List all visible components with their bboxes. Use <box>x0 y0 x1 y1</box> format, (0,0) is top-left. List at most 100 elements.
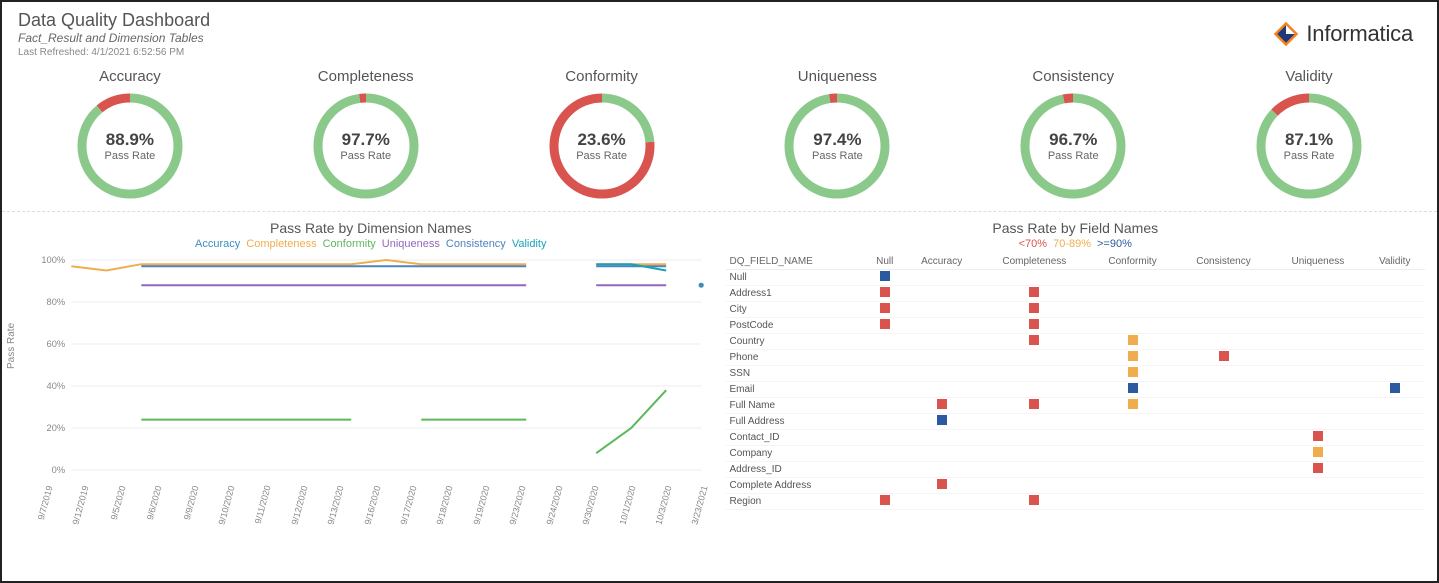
legend-item[interactable]: Uniqueness <box>382 238 440 250</box>
gauge-uniqueness[interactable]: Uniqueness97.4%Pass Rate <box>724 68 950 201</box>
matrix-row[interactable]: Email <box>726 382 1426 398</box>
matrix-table[interactable]: DQ_FIELD_NAMENullAccuracyCompletenessCon… <box>726 254 1426 510</box>
legend-item[interactable]: Conformity <box>323 238 376 250</box>
matrix-row[interactable]: City <box>726 302 1426 318</box>
gauge-validity[interactable]: Validity87.1%Pass Rate <box>1196 68 1422 201</box>
matrix-cell <box>904 366 979 382</box>
x-tick: 9/24/2020 <box>541 485 564 538</box>
matrix-row[interactable]: Full Name <box>726 398 1426 414</box>
matrix-field-name: Contact_ID <box>726 430 866 446</box>
matrix-field-name: Email <box>726 382 866 398</box>
gauge-row: Accuracy88.9%Pass RateCompleteness97.7%P… <box>2 62 1437 212</box>
legend-item[interactable]: >=90% <box>1097 238 1132 250</box>
matrix-col[interactable]: Null <box>865 254 904 270</box>
donut-pct: 88.9% <box>75 130 185 150</box>
matrix-cell <box>904 398 979 414</box>
legend-item[interactable]: 70-89% <box>1053 238 1091 250</box>
matrix-cell <box>1364 414 1425 430</box>
svg-text:80%: 80% <box>47 297 66 307</box>
matrix-col[interactable]: Conformity <box>1089 254 1175 270</box>
matrix-cell <box>979 350 1089 366</box>
matrix-col[interactable]: Uniqueness <box>1271 254 1364 270</box>
matrix-row[interactable]: Full Address <box>726 414 1426 430</box>
matrix-row[interactable]: Company <box>726 446 1426 462</box>
matrix-row[interactable]: Complete Address <box>726 478 1426 494</box>
matrix-cell <box>1176 414 1272 430</box>
matrix-field-name: Null <box>726 270 866 286</box>
matrix-row[interactable]: SSN <box>726 366 1426 382</box>
matrix-cell <box>1364 286 1425 302</box>
matrix-marker-orange <box>1128 399 1138 409</box>
matrix-cell <box>904 334 979 350</box>
brand-logo: Informatica <box>1272 20 1413 48</box>
gauge-completeness[interactable]: Completeness97.7%Pass Rate <box>253 68 479 201</box>
matrix-field-name: Address_ID <box>726 462 866 478</box>
donut: 88.9%Pass Rate <box>75 91 185 201</box>
legend-item[interactable]: Completeness <box>246 238 316 250</box>
matrix-row[interactable]: Address_ID <box>726 462 1426 478</box>
matrix-chart-title: Pass Rate by Field Names <box>726 220 1426 236</box>
x-tick: 9/19/2020 <box>468 485 491 538</box>
matrix-col[interactable]: Completeness <box>979 254 1089 270</box>
matrix-marker-red <box>880 303 890 313</box>
gauge-consistency[interactable]: Consistency96.7%Pass Rate <box>960 68 1186 201</box>
matrix-cell <box>1271 462 1364 478</box>
gauge-accuracy[interactable]: Accuracy88.9%Pass Rate <box>17 68 243 201</box>
matrix-cell <box>865 398 904 414</box>
matrix-row[interactable]: PostCode <box>726 318 1426 334</box>
x-tick: 9/10/2020 <box>213 485 236 538</box>
matrix-col[interactable]: Validity <box>1364 254 1425 270</box>
matrix-cell <box>1089 430 1175 446</box>
legend-item[interactable]: Validity <box>512 238 547 250</box>
matrix-cell <box>904 494 979 510</box>
matrix-row[interactable]: Contact_ID <box>726 430 1426 446</box>
matrix-col[interactable]: Accuracy <box>904 254 979 270</box>
matrix-cell <box>1089 318 1175 334</box>
matrix-row[interactable]: Null <box>726 270 1426 286</box>
matrix-cell <box>904 430 979 446</box>
matrix-cell <box>1176 446 1272 462</box>
svg-text:0%: 0% <box>52 465 65 475</box>
matrix-cell <box>1176 286 1272 302</box>
matrix-cell <box>904 382 979 398</box>
matrix-marker-red <box>880 495 890 505</box>
matrix-cell <box>1089 414 1175 430</box>
matrix-cell <box>904 302 979 318</box>
donut-pct: 23.6% <box>547 130 657 150</box>
matrix-col-field: DQ_FIELD_NAME <box>726 254 866 270</box>
matrix-cell <box>865 318 904 334</box>
matrix-col[interactable]: Consistency <box>1176 254 1272 270</box>
matrix-marker-red <box>1029 399 1039 409</box>
legend-item[interactable]: <70% <box>1019 238 1047 250</box>
line-chart-x-ticks: 9/7/20199/12/20199/5/20209/6/20209/9/202… <box>30 485 712 537</box>
donut: 23.6%Pass Rate <box>547 91 657 201</box>
svg-text:40%: 40% <box>47 381 66 391</box>
matrix-marker-orange <box>1128 367 1138 377</box>
gauge-conformity[interactable]: Conformity23.6%Pass Rate <box>488 68 714 201</box>
legend-item[interactable]: Accuracy <box>195 238 240 250</box>
donut-pct: 96.7% <box>1018 130 1128 150</box>
x-tick: 9/9/2020 <box>177 485 200 538</box>
donut-pct: 97.4% <box>782 130 892 150</box>
matrix-row[interactable]: Region <box>726 494 1426 510</box>
matrix-cell <box>1089 334 1175 350</box>
matrix-marker-red <box>937 399 947 409</box>
matrix-marker-red <box>1313 431 1323 441</box>
matrix-cell <box>979 446 1089 462</box>
matrix-chart-legend: <70% 70-89% >=90% <box>726 238 1426 250</box>
matrix-cell <box>1089 270 1175 286</box>
matrix-cell <box>865 366 904 382</box>
matrix-marker-red <box>880 319 890 329</box>
matrix-row[interactable]: Phone <box>726 350 1426 366</box>
line-chart-title: Pass Rate by Dimension Names <box>30 220 712 236</box>
matrix-row[interactable]: Country <box>726 334 1426 350</box>
matrix-field-name: Full Name <box>726 398 866 414</box>
matrix-cell <box>865 286 904 302</box>
matrix-cell <box>865 302 904 318</box>
donut-sub: Pass Rate <box>547 150 657 162</box>
legend-item[interactable]: Consistency <box>446 238 506 250</box>
line-chart[interactable]: 0%20%40%60%80%100% <box>30 250 712 480</box>
matrix-row[interactable]: Address1 <box>726 286 1426 302</box>
matrix-cell <box>1176 334 1272 350</box>
matrix-cell <box>865 270 904 286</box>
